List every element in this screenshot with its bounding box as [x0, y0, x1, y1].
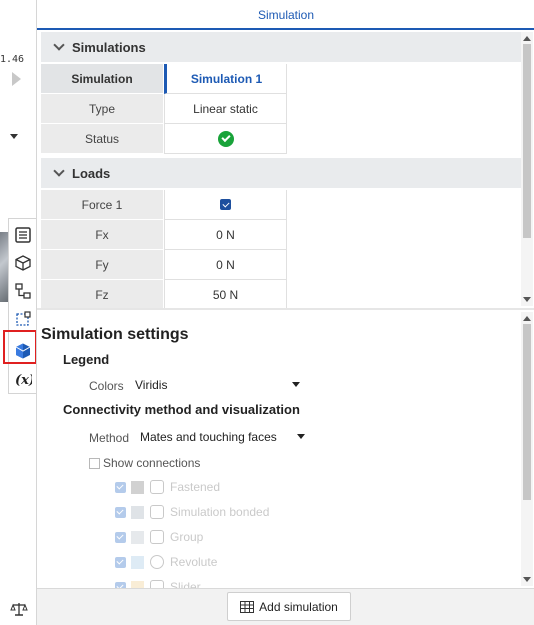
- assembly-tree-icon[interactable]: [11, 279, 35, 303]
- connection-label: Revolute: [170, 555, 218, 569]
- bonded-icon: [150, 505, 164, 519]
- row-value[interactable]: 0 N: [164, 220, 287, 250]
- color-swatch: [131, 555, 144, 569]
- add-simulation-button[interactable]: Add simulation: [227, 592, 351, 621]
- force-enable-checkbox[interactable]: [220, 199, 231, 210]
- method-label: Method: [89, 431, 130, 445]
- connection-type-row: Slider: [115, 579, 201, 588]
- chevron-down-icon: [297, 434, 305, 439]
- settings-title: Simulation settings: [41, 326, 189, 343]
- panel-title: Simulation: [37, 0, 534, 30]
- loads-section-header[interactable]: Loads: [41, 158, 521, 188]
- connection-checkbox[interactable]: [115, 531, 126, 543]
- variable-function-icon[interactable]: (x): [11, 367, 35, 391]
- fastened-icon: [150, 480, 164, 494]
- connection-label: Group: [170, 530, 204, 544]
- connection-type-row: Simulation bonded: [115, 504, 269, 520]
- table-icon: [240, 600, 255, 613]
- connection-type-row: Fastened: [115, 479, 220, 495]
- graphics-area-fragment: 1.46 (x): [0, 0, 37, 625]
- svg-text:(x): (x): [15, 373, 32, 388]
- scroll-up-icon[interactable]: [523, 316, 531, 321]
- scrollbar-thumb[interactable]: [523, 324, 531, 500]
- chevron-down-icon: [292, 382, 300, 387]
- table-row: Status: [41, 124, 287, 154]
- connection-label: Simulation bonded: [170, 505, 270, 519]
- connection-checkbox[interactable]: [115, 556, 126, 568]
- connection-type-row: Group: [115, 529, 203, 545]
- connection-checkbox[interactable]: [115, 506, 126, 518]
- color-swatch: [131, 480, 144, 494]
- scroll-down-icon[interactable]: [523, 577, 531, 582]
- pane-splitter[interactable]: [37, 308, 534, 310]
- simulations-table-area: Simulations Simulation Simulation 1 Type…: [41, 32, 521, 308]
- table-row: Type Linear static: [41, 94, 287, 124]
- table-row: Force 1: [41, 190, 287, 220]
- simulations-section-header[interactable]: Simulations: [41, 32, 521, 62]
- row-label: Fx: [41, 220, 163, 250]
- slider-icon: [150, 580, 164, 588]
- check-circle-icon: [217, 130, 234, 147]
- row-label: Force 1: [41, 190, 163, 220]
- connection-checkbox[interactable]: [115, 481, 126, 493]
- row-label: Status: [41, 124, 163, 154]
- settings-scrollbar[interactable]: [521, 312, 533, 586]
- status-cell: [164, 124, 287, 154]
- connection-label: Fastened: [170, 480, 221, 494]
- colors-value: Viridis: [135, 378, 168, 392]
- row-value[interactable]: 0 N: [164, 250, 287, 280]
- add-simulation-label: Add simulation: [259, 599, 338, 614]
- chevron-down-icon: [53, 165, 65, 177]
- connection-type-row: Revolute: [115, 554, 217, 570]
- dimension-readout: 1.46: [0, 54, 25, 65]
- connectivity-heading: Connectivity method and visualization: [63, 402, 300, 417]
- panel-footer: Add simulation: [37, 588, 534, 625]
- part-cube-icon[interactable]: [11, 251, 35, 275]
- scale-balance-icon[interactable]: [10, 600, 28, 618]
- scrollbar-thumb[interactable]: [523, 44, 531, 238]
- simulation-tab[interactable]: Simulation 1: [164, 64, 287, 94]
- group-icon: [150, 530, 164, 544]
- simulation-settings-area: Simulation settings Legend Colors Viridi…: [37, 312, 521, 588]
- row-label: Fy: [41, 250, 163, 280]
- colors-label: Colors: [89, 379, 124, 393]
- table-scrollbar[interactable]: [521, 32, 533, 306]
- scroll-up-icon[interactable]: [523, 36, 531, 41]
- table-row: Simulation Simulation 1: [41, 64, 287, 94]
- method-value: Mates and touching faces: [140, 430, 277, 444]
- highlight-annotation: [3, 330, 37, 364]
- simulation-panel: Simulation Simulations Simulation Simula…: [36, 0, 534, 625]
- force-enable-cell: [164, 190, 287, 220]
- section-title: Loads: [72, 165, 111, 181]
- table-row: Fy 0 N: [41, 250, 287, 280]
- right-panel-toolbar: (x): [8, 218, 36, 394]
- row-label: Type: [41, 94, 163, 124]
- legend-heading: Legend: [63, 352, 110, 367]
- column-header: Simulation: [41, 64, 163, 94]
- section-title: Simulations: [72, 39, 146, 55]
- screen: 1.46 (x): [0, 0, 534, 625]
- show-connections-checkbox[interactable]: [89, 458, 100, 469]
- row-label: Fz: [41, 280, 163, 308]
- show-connections-label: Show connections: [103, 456, 201, 470]
- color-swatch: [131, 580, 144, 588]
- color-swatch: [131, 505, 144, 519]
- list-icon[interactable]: [11, 223, 35, 247]
- table-row: Fx 0 N: [41, 220, 287, 250]
- row-value[interactable]: 50 N: [164, 280, 287, 308]
- chevron-down-icon: [10, 134, 18, 139]
- play-icon[interactable]: [12, 72, 21, 86]
- revolute-icon: [150, 555, 164, 569]
- chevron-down-icon: [53, 39, 65, 51]
- table-row: Fz 50 N: [41, 280, 287, 308]
- sketch-select-icon[interactable]: [11, 307, 35, 331]
- connection-label: Slider: [170, 580, 201, 588]
- scroll-down-icon[interactable]: [523, 297, 531, 302]
- color-swatch: [131, 530, 144, 544]
- row-value: Linear static: [164, 94, 287, 124]
